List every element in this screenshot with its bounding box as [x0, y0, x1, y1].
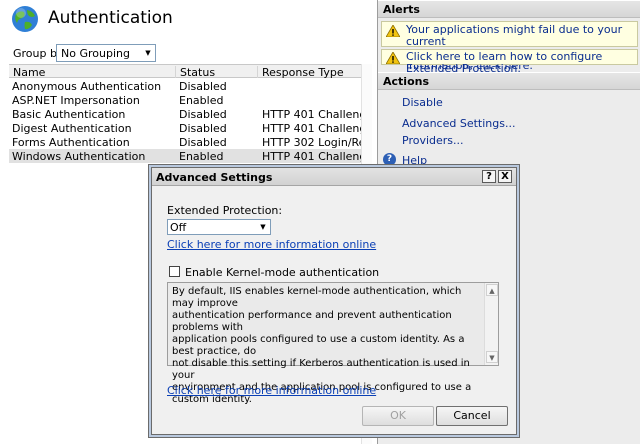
- row-name: ASP.NET Impersonation: [12, 94, 140, 107]
- column-header-response-type[interactable]: Response Type: [258, 66, 361, 79]
- more-info-link[interactable]: Click here for more information online: [167, 384, 376, 397]
- description-line: By default, IIS enables kernel-mode auth…: [172, 286, 462, 309]
- page-title: Authentication: [48, 8, 173, 28]
- list-item[interactable]: ASP.NET Impersonation Enabled: [9, 93, 361, 107]
- providers-action[interactable]: Providers...: [402, 134, 464, 147]
- dialog-title: Advanced Settings: [156, 171, 273, 184]
- row-response-type: HTTP 401 Challenge: [262, 122, 361, 135]
- close-button[interactable]: X: [498, 170, 512, 183]
- warning-icon: [386, 25, 400, 37]
- row-status: Disabled: [179, 80, 227, 93]
- kernel-mode-label[interactable]: Enable Kernel-mode authentication: [185, 266, 379, 279]
- extended-protection-value: Off: [170, 221, 187, 234]
- list-item[interactable]: Basic Authentication Disabled HTTP 401 C…: [9, 107, 361, 121]
- row-name: Windows Authentication: [12, 150, 146, 163]
- group-by-bar: Group by: No Grouping ▼: [0, 42, 362, 64]
- row-response-type: HTTP 302 Login/Redirect: [262, 136, 361, 149]
- group-by-dropdown[interactable]: No Grouping ▼: [56, 44, 156, 62]
- dialog-title-bar[interactable]: Advanced Settings ? X: [152, 168, 516, 186]
- row-status: Disabled: [179, 136, 227, 149]
- kernel-mode-checkbox[interactable]: [169, 266, 180, 277]
- scroll-up-icon[interactable]: ▲: [486, 284, 498, 296]
- vertical-scrollbar[interactable]: ▲ ▼: [484, 283, 498, 365]
- row-status: Enabled: [179, 150, 224, 163]
- help-icon[interactable]: ?: [383, 153, 396, 166]
- list-item-selected[interactable]: Windows Authentication Enabled HTTP 401 …: [9, 149, 361, 163]
- warning-icon: [386, 52, 400, 64]
- actions-header: Actions: [378, 72, 640, 90]
- list-header: Name Status Response Type: [9, 64, 361, 79]
- row-name: Digest Authentication: [12, 122, 132, 135]
- group-by-value: No Grouping: [61, 47, 130, 60]
- row-response-type: HTTP 401 Challenge: [262, 150, 361, 163]
- row-status: Disabled: [179, 122, 227, 135]
- list-item[interactable]: Forms Authentication Disabled HTTP 302 L…: [9, 135, 361, 149]
- page-header: Authentication: [0, 0, 372, 40]
- description-line: authentication performance and prevent a…: [172, 310, 452, 333]
- column-header-status[interactable]: Status: [176, 66, 258, 79]
- column-header-name[interactable]: Name: [9, 66, 176, 79]
- cancel-button[interactable]: Cancel: [436, 406, 508, 426]
- description-line: not disable this setting if Kerberos aut…: [172, 358, 470, 381]
- extended-protection-dropdown[interactable]: Off ▼: [167, 219, 271, 235]
- row-name: Basic Authentication: [12, 108, 126, 121]
- row-status: Disabled: [179, 108, 227, 121]
- more-info-link[interactable]: Click here for more information online: [167, 238, 376, 251]
- chevron-down-icon[interactable]: ▼: [256, 220, 270, 234]
- row-name: Forms Authentication: [12, 136, 130, 149]
- help-action[interactable]: Help: [402, 154, 427, 167]
- list-item[interactable]: Digest Authentication Disabled HTTP 401 …: [9, 121, 361, 135]
- alert-item[interactable]: Your applications might fail due to your…: [381, 21, 638, 72]
- row-status: Enabled: [179, 94, 224, 107]
- advanced-settings-dialog: Advanced Settings ? X Extended Protectio…: [151, 167, 517, 435]
- help-button[interactable]: ?: [482, 170, 496, 183]
- alerts-header: Alerts: [378, 0, 640, 18]
- alert-item[interactable]: Click here to learn how to configure Ext…: [381, 49, 638, 75]
- description-line: application pools configured to use a cu…: [172, 334, 465, 357]
- row-name: Anonymous Authentication: [12, 80, 162, 93]
- advanced-settings-action[interactable]: Advanced Settings...: [402, 117, 515, 130]
- extended-protection-label: Extended Protection:: [167, 204, 283, 217]
- chevron-down-icon[interactable]: ▼: [141, 45, 155, 61]
- alert-line: Your applications might fail due to your…: [406, 23, 623, 48]
- disable-action[interactable]: Disable: [402, 96, 443, 109]
- list-item[interactable]: Anonymous Authentication Disabled: [9, 79, 361, 93]
- ok-button[interactable]: OK: [362, 406, 434, 426]
- row-response-type: HTTP 401 Challenge: [262, 108, 361, 121]
- scroll-down-icon[interactable]: ▼: [486, 351, 498, 363]
- globe-icon: [12, 6, 38, 32]
- description-textbox[interactable]: By default, IIS enables kernel-mode auth…: [167, 282, 499, 405]
